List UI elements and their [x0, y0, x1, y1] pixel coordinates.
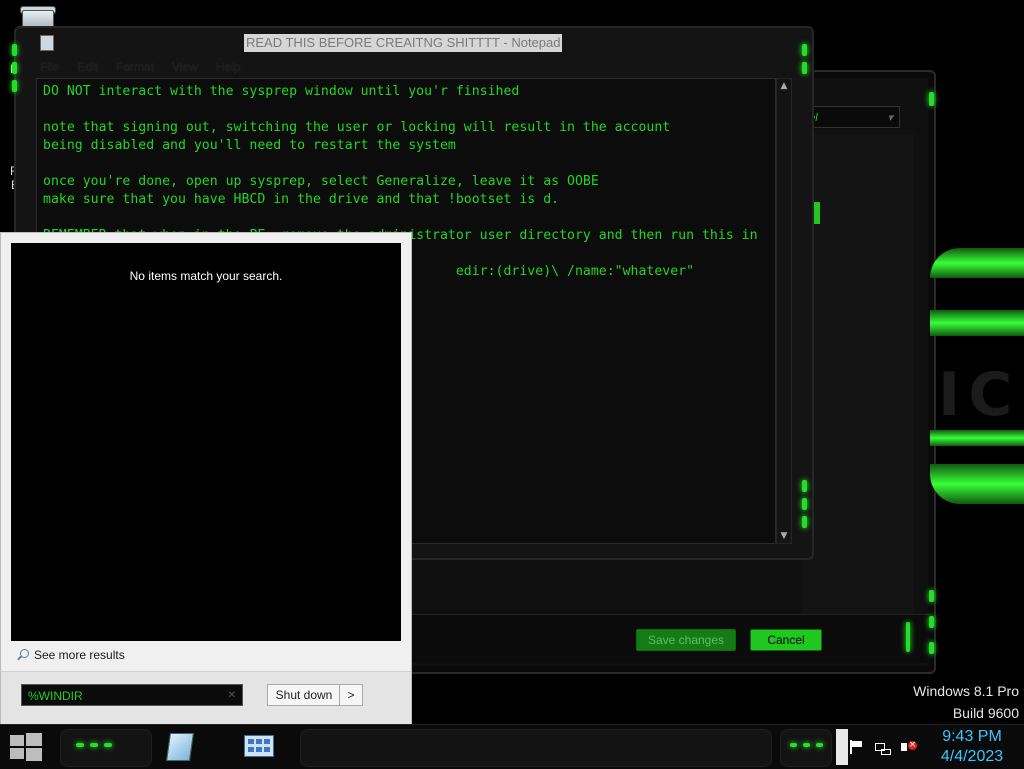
frame-glow — [929, 642, 934, 654]
taskbar-decoration — [300, 729, 772, 767]
windows-logo-icon[interactable] — [10, 733, 42, 761]
frame-glow — [929, 616, 934, 628]
menu-view[interactable]: View — [172, 60, 198, 76]
frame-glow — [90, 743, 98, 747]
no-results-text: No items match your search. — [129, 269, 283, 283]
clock-time: 9:43 PM — [942, 728, 1002, 745]
control-panel-icon — [244, 735, 274, 757]
window-title: READ THIS BEFORE CREAITNG SHITTTT - Note… — [244, 34, 563, 52]
search-icon — [17, 649, 29, 661]
cancel-button[interactable]: Cancel — [750, 629, 822, 651]
frame-glow — [790, 743, 797, 747]
frame-glow — [816, 743, 823, 747]
vertical-scrollbar[interactable]: ▲ ▼ — [776, 78, 792, 544]
menu-help[interactable]: Help — [216, 60, 241, 76]
menu-file[interactable]: File — [40, 60, 59, 76]
frame-glow — [76, 743, 84, 747]
notepad-icon[interactable] — [40, 35, 54, 51]
notepad-menubar: File Edit Format View Help — [40, 60, 241, 76]
frame-glow — [929, 590, 934, 602]
start-search-panel: No items match your search. See more res… — [0, 232, 412, 724]
taskbar: 9:43 PM 4/4/2023 — [0, 724, 1024, 769]
frame-glow — [802, 516, 807, 528]
start-search-bar: %WINDIR ✕ Shut down > — [1, 671, 411, 724]
taskbar-decoration — [780, 729, 832, 767]
notepad-icon — [166, 733, 194, 761]
clear-search-icon[interactable]: ✕ — [228, 685, 236, 707]
shut-down-options-button[interactable]: > — [339, 684, 363, 706]
windows-watermark: Windows 8.1 Pro Build 9600 — [913, 680, 1019, 724]
scroll-up-icon[interactable]: ▲ — [777, 79, 791, 93]
chevron-down-icon[interactable]: ▾ — [887, 107, 893, 129]
watermark-edition: Windows 8.1 Pro — [913, 683, 1019, 699]
frame-glow — [104, 743, 112, 747]
clock-date: 4/4/2023 — [940, 748, 1004, 765]
action-center-flag-icon[interactable] — [848, 739, 864, 755]
search-query: %WINDIR — [28, 689, 83, 703]
taskbar-clock[interactable]: 9:43 PM 4/4/2023 — [930, 727, 1014, 767]
see-more-results-link[interactable]: See more results — [17, 648, 125, 662]
volume-muted-icon[interactable] — [900, 739, 917, 755]
taskbar-decoration — [60, 729, 152, 767]
notepad-titlebar[interactable]: READ THIS BEFORE CREAITNG SHITTTT - Note… — [16, 28, 812, 58]
frame-glow — [802, 44, 807, 56]
watermark-build: Build 9600 — [952, 705, 1019, 721]
frame-glow — [12, 80, 17, 92]
search-results-area: No items match your search. — [11, 243, 401, 641]
show-hidden-icons-button[interactable] — [836, 729, 848, 765]
frame-glow — [802, 480, 807, 492]
frame-glow — [802, 498, 807, 510]
menu-format[interactable]: Format — [116, 60, 154, 76]
frame-glow — [929, 92, 934, 106]
shut-down-button[interactable]: Shut down — [267, 684, 341, 706]
save-changes-button[interactable]: Save changes — [636, 629, 736, 651]
taskbar-control-panel-button[interactable] — [240, 729, 276, 763]
see-more-label: See more results — [34, 648, 125, 662]
taskbar-notepad-button[interactable] — [162, 729, 198, 763]
menu-edit[interactable]: Edit — [77, 60, 98, 76]
search-input[interactable]: %WINDIR ✕ — [21, 684, 243, 706]
frame-glow — [803, 743, 810, 747]
frame-glow — [906, 622, 910, 652]
system-tray — [848, 725, 917, 769]
frame-glow — [12, 44, 17, 56]
frame-glow — [12, 62, 17, 74]
theme-logo: IC — [930, 240, 1024, 510]
control-panel-footer: Save changes Cancel — [382, 614, 930, 663]
frame-glow — [802, 62, 807, 74]
network-icon[interactable] — [874, 739, 891, 755]
scroll-down-icon[interactable]: ▼ — [777, 529, 791, 543]
